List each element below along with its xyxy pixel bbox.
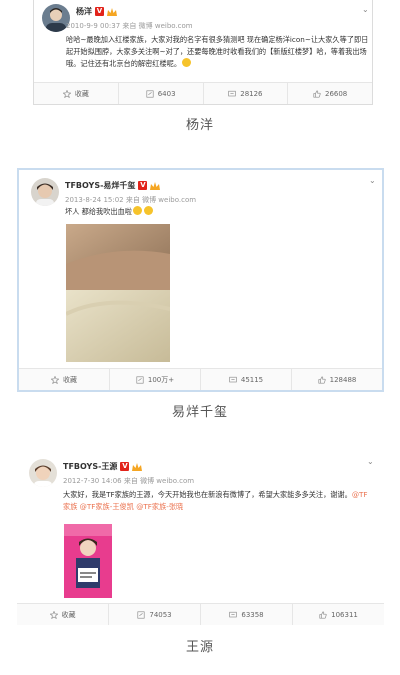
vip-crown-icon — [107, 7, 117, 16]
favorite-button[interactable]: 收藏 — [19, 369, 109, 390]
verified-badge-icon: V — [138, 181, 148, 190]
star-icon — [51, 375, 59, 384]
username[interactable]: TFBOYS-易烊千玺 — [65, 180, 135, 191]
emoji-icon — [143, 206, 153, 215]
repost-icon — [136, 375, 144, 384]
repost-button[interactable]: 100万+ — [109, 369, 200, 390]
post-text: 坏人 都给我吹出血啦 — [65, 206, 365, 218]
star-icon — [49, 610, 58, 619]
comment-icon — [229, 376, 237, 382]
timestamp: 2012-7-30 14:06 来自 微博 weibo.com — [63, 477, 195, 485]
repost-button[interactable]: 74053 — [108, 604, 200, 625]
vip-crown-icon — [132, 462, 143, 471]
timestamp: 2013-8-24 15:02 来自 微博 weibo.com — [65, 196, 197, 204]
avatar[interactable] — [29, 459, 57, 487]
chevron-down-icon[interactable]: ⌄ — [367, 457, 374, 466]
favorite-button[interactable]: 收藏 — [17, 604, 108, 625]
weibo-post-card: 杨洋 V 2010-9-9 00:37 来自 微博 weibo.com ⌄ 哈哈… — [33, 0, 373, 105]
post-text: 大家好，我是TF家族的王源，今天开始我也在新浪有微博了，希望大家能多多关注，谢谢… — [63, 490, 368, 511]
comment-button[interactable]: 45115 — [200, 369, 291, 390]
action-bar: 收藏 6403 28126 26608 — [34, 82, 372, 104]
post-image[interactable] — [66, 224, 170, 362]
repost-icon — [146, 89, 154, 98]
like-button[interactable]: 26608 — [287, 83, 372, 104]
timestamp: 2010-9-9 00:37 来自 微博 weibo.com — [66, 22, 193, 30]
verified-badge-icon: V — [120, 462, 130, 471]
avatar[interactable] — [31, 178, 59, 206]
verified-badge-icon: V — [95, 7, 104, 16]
weibo-post-card: TFBOYS-易烊千玺 V 2013-8-24 15:02 来自 微博 weib… — [17, 168, 384, 392]
photo-image — [64, 524, 112, 598]
caption: 易烊千玺 — [171, 405, 228, 420]
caption: 杨洋 — [185, 118, 214, 133]
like-button[interactable]: 128488 — [291, 369, 382, 390]
thumbs-up-icon — [318, 375, 326, 384]
repost-button[interactable]: 6403 — [117, 83, 203, 104]
comment-button[interactable]: 28126 — [202, 83, 288, 104]
comment-icon — [229, 611, 238, 617]
chevron-down-icon[interactable]: ⌄ — [362, 5, 369, 14]
username[interactable]: TFBOYS-王源 — [63, 461, 117, 472]
star-icon — [62, 89, 71, 98]
favorite-button[interactable]: 收藏 — [34, 83, 118, 104]
caption: 王源 — [185, 640, 214, 655]
like-button[interactable]: 106311 — [292, 604, 384, 625]
repost-icon — [137, 610, 145, 619]
vip-crown-icon — [150, 181, 161, 190]
smile-emoji-icon — [182, 58, 192, 67]
action-bar: 收藏 100万+ 45115 128488 — [19, 368, 382, 390]
post-text: 哈哈~最晚加入红楼家族，大家对我的名字有很多猜测吧 现在确定杨洋icon~让大家… — [66, 35, 369, 68]
emoji-icon — [132, 206, 142, 215]
post-image[interactable] — [64, 524, 112, 598]
chevron-down-icon[interactable]: ⌄ — [369, 176, 376, 185]
comment-icon — [228, 90, 236, 96]
comment-button[interactable]: 63358 — [200, 604, 292, 625]
weibo-post-card: TFBOYS-王源 V 2012-7-30 14:06 来自 微博 weibo.… — [17, 449, 384, 625]
username[interactable]: 杨洋 — [76, 6, 92, 17]
photo-image — [66, 224, 170, 362]
thumbs-up-icon — [319, 610, 327, 619]
thumbs-up-icon — [313, 89, 321, 98]
action-bar: 收藏 74053 63358 106311 — [17, 603, 384, 625]
